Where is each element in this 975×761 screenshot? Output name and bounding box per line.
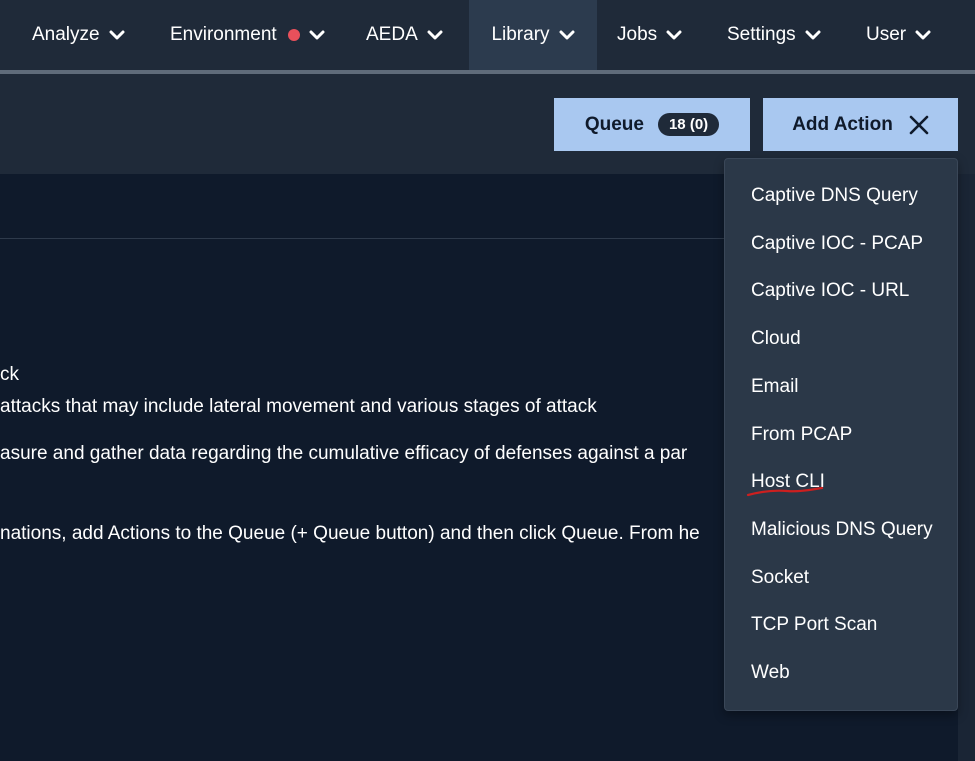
menu-item-captive-dns-query[interactable]: Captive DNS Query [751,185,918,207]
nav-item-label: Settings [727,24,796,45]
nav-item-library[interactable]: Library [469,0,597,74]
menu-item-captive-ioc-pcap[interactable]: Captive IOC - PCAP [751,233,923,255]
nav-item-label: Analyze [32,24,100,45]
menu-item-malicious-dns-query[interactable]: Malicious DNS Query [751,519,933,541]
menu-item-tcp-port-scan[interactable]: TCP Port Scan [751,614,877,636]
nav-item-environment[interactable]: Environment [170,0,325,70]
top-nav: Analyze Environment AEDA Library Jobs Se… [0,0,975,74]
chevron-down-icon [805,30,821,40]
content-text-line: nations, add Actions to the Queue (+ Que… [0,523,700,544]
chevron-down-icon [559,30,575,40]
add-action-label: Add Action [792,113,893,135]
chevron-down-icon [427,30,443,40]
scroll-gutter [958,174,975,761]
close-icon[interactable] [909,115,929,135]
nav-item-label: AEDA [366,24,418,45]
queue-button-label: Queue [584,113,644,135]
add-action-button[interactable]: Add Action [763,98,958,151]
menu-item-web[interactable]: Web [751,662,790,684]
nav-item-settings[interactable]: Settings [727,0,821,70]
menu-item-from-pcap[interactable]: From PCAP [751,424,852,446]
add-action-dropdown: Captive DNS Query Captive IOC - PCAP Cap… [724,158,958,711]
queue-button[interactable]: Queue 18 (0) [554,98,750,151]
chevron-down-icon [915,30,931,40]
menu-item-email[interactable]: Email [751,376,799,398]
chevron-down-icon [666,30,682,40]
menu-item-socket[interactable]: Socket [751,567,809,589]
nav-item-label: Jobs [617,24,658,45]
menu-item-captive-ioc-url[interactable]: Captive IOC - URL [751,280,909,302]
nav-item-label: Environment [170,24,277,45]
nav-item-jobs[interactable]: Jobs [617,0,682,70]
chevron-down-icon [309,30,325,40]
nav-item-analyze[interactable]: Analyze [32,0,125,70]
chevron-down-icon [109,30,125,40]
annotation-underline [746,486,824,497]
nav-item-aeda[interactable]: AEDA [366,0,443,70]
nav-item-label: Library [491,24,550,45]
status-dot-icon [287,29,300,41]
nav-item-label: User [866,24,907,45]
menu-item-cloud[interactable]: Cloud [751,328,801,350]
queue-count-badge: 18 (0) [657,113,720,136]
nav-item-user[interactable]: User [866,0,931,70]
content-text-line: asure and gather data regarding the cumu… [0,443,688,464]
content-text-line: attacks that may include lateral movemen… [0,396,597,417]
app-page: Analyze Environment AEDA Library Jobs Se… [0,0,975,761]
content-text-line: ck [0,364,19,385]
